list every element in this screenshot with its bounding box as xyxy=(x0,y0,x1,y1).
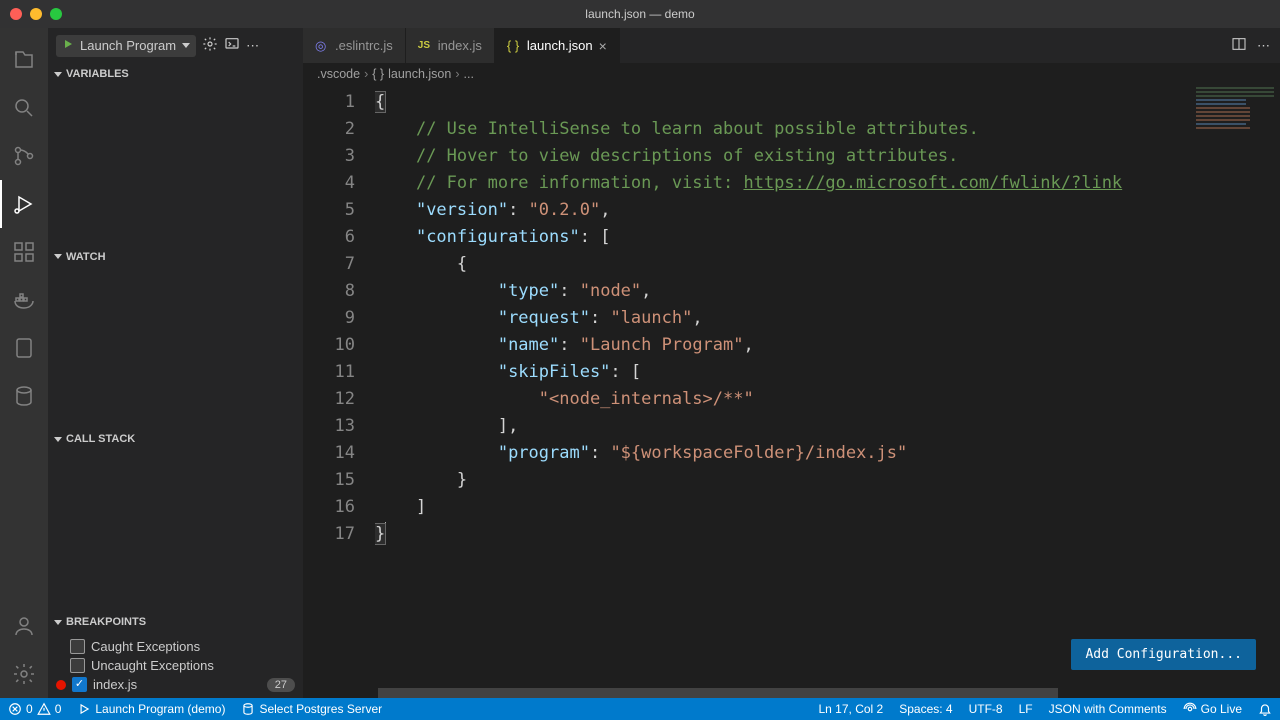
status-golive-label: Go Live xyxy=(1201,702,1242,716)
status-language[interactable]: JSON with Comments xyxy=(1041,698,1175,720)
tab-bar: ◎ .eslintrc.js JS index.js { } launch.js… xyxy=(303,28,1280,63)
status-notifications-icon[interactable] xyxy=(1250,698,1280,720)
docker-icon[interactable] xyxy=(0,276,48,324)
status-warnings-count: 0 xyxy=(55,702,62,716)
bp-line-badge: 27 xyxy=(267,678,295,692)
checkbox-unchecked-icon[interactable] xyxy=(70,658,85,673)
section-breakpoints-label: Breakpoints xyxy=(66,616,146,628)
tab-indexjs-label: index.js xyxy=(438,38,482,53)
code-content[interactable]: { // Use IntelliSense to learn about pos… xyxy=(375,85,1280,688)
split-editor-icon[interactable] xyxy=(1231,36,1247,55)
section-variables-body xyxy=(48,85,303,246)
section-watch-header[interactable]: Watch xyxy=(48,246,303,268)
section-callstack-body xyxy=(48,450,303,611)
source-control-icon[interactable] xyxy=(0,132,48,180)
editor-area: ◎ .eslintrc.js JS index.js { } launch.js… xyxy=(303,28,1280,698)
breadcrumb-file[interactable]: launch.json xyxy=(388,67,451,81)
section-watch-body xyxy=(48,268,303,429)
bp-file-label: index.js xyxy=(93,677,137,692)
json-icon: { } xyxy=(372,67,384,81)
close-icon[interactable]: × xyxy=(599,38,607,54)
chevron-down-icon xyxy=(54,254,62,259)
status-golive[interactable]: Go Live xyxy=(1175,698,1250,720)
minimize-window-button[interactable] xyxy=(30,8,42,20)
status-cursor-pos[interactable]: Ln 17, Col 2 xyxy=(811,698,892,720)
json-icon: { } xyxy=(507,39,521,53)
section-breakpoints-header[interactable]: Breakpoints xyxy=(48,611,303,633)
editor-body[interactable]: 1234567891011121314151617 { // Use Intel… xyxy=(303,85,1280,688)
tab-indexjs[interactable]: JS index.js xyxy=(406,28,495,63)
status-indent[interactable]: Spaces: 4 xyxy=(891,698,960,720)
status-bar: 0 0 Launch Program (demo) Select Postgre… xyxy=(0,698,1280,720)
breadcrumb-symbol[interactable]: ... xyxy=(464,67,474,81)
status-postgres[interactable]: Select Postgres Server xyxy=(233,698,390,720)
explorer-icon[interactable] xyxy=(0,36,48,84)
chevron-down-icon xyxy=(54,437,62,442)
bp-uncaught-exceptions[interactable]: Uncaught Exceptions xyxy=(48,656,303,675)
status-launch-label: Launch Program (demo) xyxy=(95,702,225,716)
section-callstack-label: Call Stack xyxy=(66,433,135,445)
bp-caught-exceptions[interactable]: Caught Exceptions xyxy=(48,637,303,656)
section-watch-label: Watch xyxy=(66,251,106,263)
database-icon[interactable] xyxy=(0,372,48,420)
chevron-right-icon: › xyxy=(364,67,368,81)
window-title: launch.json — demo xyxy=(0,7,1280,21)
run-debug-panel: Launch Program ⋯ Variables Watch Call St… xyxy=(48,28,303,698)
open-launch-json-icon[interactable] xyxy=(202,36,218,55)
launch-config-label: Launch Program xyxy=(80,38,176,53)
minimap[interactable] xyxy=(1190,85,1280,215)
line-gutter: 1234567891011121314151617 xyxy=(303,85,375,688)
scrollbar-thumb[interactable] xyxy=(378,688,1058,698)
status-errors-count: 0 xyxy=(26,702,33,716)
section-variables-label: Variables xyxy=(66,68,129,80)
misc-panel-icon[interactable] xyxy=(0,324,48,372)
breakpoint-dot-icon xyxy=(56,680,66,690)
close-window-button[interactable] xyxy=(10,8,22,20)
launch-config-dropdown[interactable]: Launch Program xyxy=(56,35,196,57)
maximize-window-button[interactable] xyxy=(50,8,62,20)
tab-launchjson-label: launch.json xyxy=(527,38,593,53)
more-actions-icon[interactable]: ⋯ xyxy=(246,38,259,54)
status-problems[interactable]: 0 0 xyxy=(0,698,69,720)
breadcrumb-folder[interactable]: .vscode xyxy=(317,67,360,81)
breadcrumbs[interactable]: .vscode › { } launch.json › ... xyxy=(303,63,1280,85)
more-actions-icon[interactable]: ⋯ xyxy=(1257,38,1270,54)
checkbox-unchecked-icon[interactable] xyxy=(70,639,85,654)
js-icon: JS xyxy=(418,39,432,53)
debug-console-icon[interactable] xyxy=(224,36,240,55)
search-icon[interactable] xyxy=(0,84,48,132)
play-icon xyxy=(62,38,74,53)
section-breakpoints-body: Caught Exceptions Uncaught Exceptions in… xyxy=(48,633,303,698)
activity-bar xyxy=(0,28,48,698)
add-configuration-button[interactable]: Add Configuration... xyxy=(1071,639,1256,670)
bp-uncaught-label: Uncaught Exceptions xyxy=(91,658,214,673)
tab-eslintrc-label: .eslintrc.js xyxy=(335,38,393,53)
extensions-icon[interactable] xyxy=(0,228,48,276)
chevron-right-icon: › xyxy=(455,67,459,81)
settings-gear-icon[interactable] xyxy=(0,650,48,698)
bp-file-entry[interactable]: index.js 27 xyxy=(48,675,303,694)
tab-eslintrc[interactable]: ◎ .eslintrc.js xyxy=(303,28,406,63)
eslint-icon: ◎ xyxy=(315,39,329,53)
status-postgres-label: Select Postgres Server xyxy=(259,702,382,716)
horizontal-scrollbar[interactable] xyxy=(303,688,1280,698)
account-icon[interactable] xyxy=(0,602,48,650)
status-encoding[interactable]: UTF-8 xyxy=(961,698,1011,720)
titlebar: launch.json — demo xyxy=(0,0,1280,28)
run-debug-icon[interactable] xyxy=(0,180,48,228)
tab-launchjson[interactable]: { } launch.json × xyxy=(495,28,620,63)
chevron-down-icon xyxy=(54,72,62,77)
chevron-down-icon xyxy=(182,43,190,48)
section-callstack-header[interactable]: Call Stack xyxy=(48,428,303,450)
chevron-down-icon xyxy=(54,620,62,625)
status-launch-config[interactable]: Launch Program (demo) xyxy=(69,698,233,720)
bp-caught-label: Caught Exceptions xyxy=(91,639,200,654)
status-eol[interactable]: LF xyxy=(1011,698,1041,720)
checkbox-checked-icon[interactable] xyxy=(72,677,87,692)
section-variables-header[interactable]: Variables xyxy=(48,63,303,85)
